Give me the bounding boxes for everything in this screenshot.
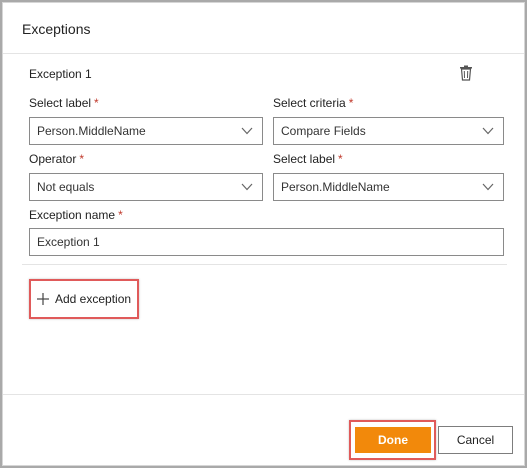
operator-text: Operator — [29, 152, 77, 166]
select-criteria-dropdown[interactable]: Compare Fields — [273, 117, 504, 145]
required-mark: * — [338, 152, 343, 166]
trash-icon[interactable] — [459, 65, 473, 81]
chevron-down-icon — [241, 127, 253, 135]
operator-value: Not equals — [37, 180, 95, 194]
header-divider — [3, 53, 524, 54]
exception-title: Exception 1 — [29, 67, 92, 81]
select-criteria-label: Select criteria * — [273, 96, 353, 110]
select-label-1-value: Person.MiddleName — [37, 124, 146, 138]
exceptions-dialog: Exceptions Exception 1 Select label * Per… — [2, 2, 525, 466]
cancel-button[interactable]: Cancel — [438, 426, 513, 454]
exception-name-text: Exception name — [29, 208, 116, 222]
select-label-2-dropdown[interactable]: Person.MiddleName — [273, 173, 504, 201]
required-mark: * — [94, 96, 99, 110]
done-highlight — [349, 420, 436, 460]
chevron-down-icon — [482, 183, 494, 191]
select-label-2-text: Select label — [273, 152, 336, 166]
required-mark: * — [118, 208, 123, 222]
chevron-down-icon — [241, 183, 253, 191]
select-label-2-value: Person.MiddleName — [281, 180, 390, 194]
select-label-1-text: Select label — [29, 96, 92, 110]
section-divider — [22, 264, 507, 265]
select-label-1-dropdown[interactable]: Person.MiddleName — [29, 117, 263, 145]
required-mark: * — [79, 152, 85, 166]
select-label-1-label: Select label * — [29, 96, 99, 110]
select-label-2-label: Select label * — [273, 152, 343, 166]
chevron-down-icon — [482, 127, 494, 135]
select-criteria-text: Select criteria — [273, 96, 346, 110]
exception-name-input[interactable]: Exception 1 — [29, 228, 504, 256]
footer-divider — [3, 394, 524, 395]
operator-dropdown[interactable]: Not equals — [29, 173, 263, 201]
operator-label: Operator * — [29, 152, 84, 166]
exception-name-value: Exception 1 — [37, 235, 100, 249]
required-mark: * — [348, 96, 354, 110]
exception-name-label: Exception name * — [29, 208, 123, 222]
select-criteria-value: Compare Fields — [281, 124, 366, 138]
add-exception-highlight — [29, 279, 139, 319]
dialog-title: Exceptions — [22, 21, 91, 37]
